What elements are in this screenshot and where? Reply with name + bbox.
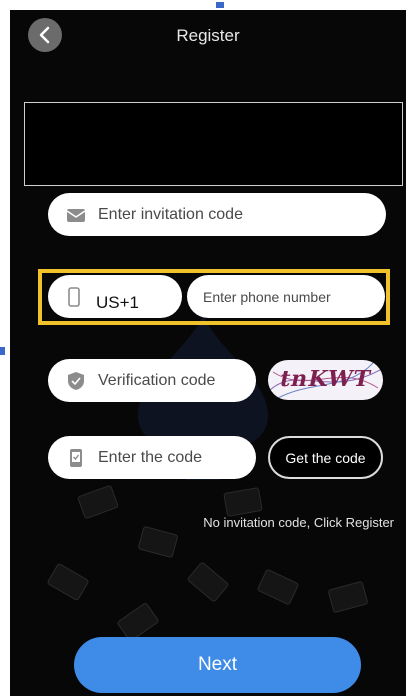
invitation-code-placeholder: Enter invitation code xyxy=(98,205,243,223)
no-invitation-register-link[interactable]: No invitation code, Click Register xyxy=(203,515,394,530)
phone-number-field[interactable]: Enter phone number xyxy=(187,275,385,318)
decorative-card xyxy=(46,562,90,602)
decorative-card xyxy=(223,487,263,517)
decorative-card xyxy=(186,561,230,603)
mobile-code-icon xyxy=(70,448,82,467)
country-code-value: US+1 xyxy=(96,292,139,312)
verification-code-placeholder: Verification code xyxy=(98,371,216,389)
get-code-button[interactable]: Get the code xyxy=(268,436,383,479)
captcha-image[interactable]: tnKWT xyxy=(268,360,383,400)
sms-code-field[interactable]: Enter the code xyxy=(48,436,256,479)
phone-icon xyxy=(68,286,80,307)
page-title: Register xyxy=(176,26,240,45)
captcha-text: tnKWT xyxy=(277,366,374,392)
edge-marker xyxy=(216,2,224,8)
shield-icon xyxy=(68,371,84,390)
decorative-card xyxy=(137,525,179,559)
next-button[interactable]: Next xyxy=(74,637,361,693)
phone-number-placeholder: Enter phone number xyxy=(203,288,331,305)
verification-code-field[interactable]: Verification code xyxy=(48,359,256,402)
banner-area xyxy=(24,102,403,186)
decorative-card xyxy=(76,484,120,520)
decorative-card xyxy=(256,568,300,606)
country-code-selector[interactable]: US+1 xyxy=(48,275,182,318)
decorative-card xyxy=(327,580,369,614)
register-screen: Register Enter invitation code US+1 Ente… xyxy=(10,10,406,696)
edge-marker xyxy=(0,347,5,355)
invitation-code-field[interactable]: Enter invitation code xyxy=(48,193,386,236)
sms-code-placeholder: Enter the code xyxy=(98,448,203,466)
envelope-icon xyxy=(66,208,86,222)
